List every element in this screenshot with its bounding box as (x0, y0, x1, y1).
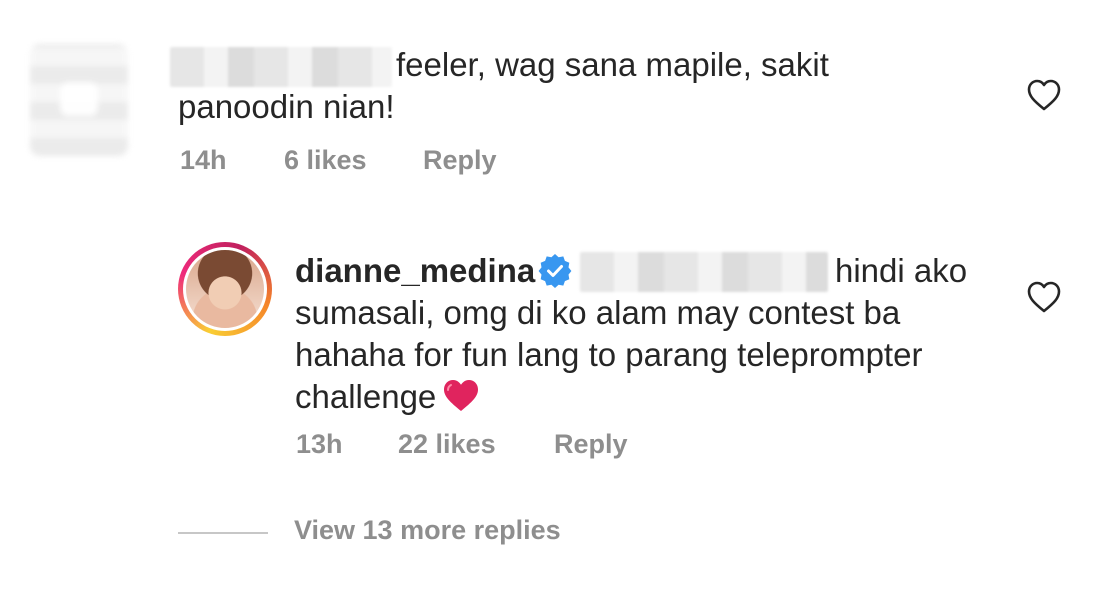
reply-button[interactable]: Reply (554, 429, 628, 460)
reply-likes[interactable]: 22 likes (398, 429, 496, 460)
reply-button[interactable]: Reply (423, 145, 497, 176)
comment-text: feeler, wag sana mapile, sakit panoodin … (178, 46, 829, 125)
avatar[interactable] (183, 247, 267, 331)
like-heart-icon[interactable] (1026, 280, 1062, 314)
like-heart-icon[interactable] (1026, 78, 1062, 112)
view-more-replies-link[interactable]: View 13 more replies (294, 515, 561, 546)
comment-timestamp[interactable]: 14h (180, 145, 227, 176)
reply-timestamp[interactable]: 13h (296, 429, 343, 460)
replies-divider (178, 532, 268, 534)
reply-username[interactable]: dianne_medina (295, 250, 535, 292)
avatar-blurred[interactable] (30, 44, 128, 156)
verified-badge-icon (538, 254, 572, 288)
heart-emoji-icon (444, 380, 479, 412)
comment-likes[interactable]: 6 likes (284, 145, 367, 176)
